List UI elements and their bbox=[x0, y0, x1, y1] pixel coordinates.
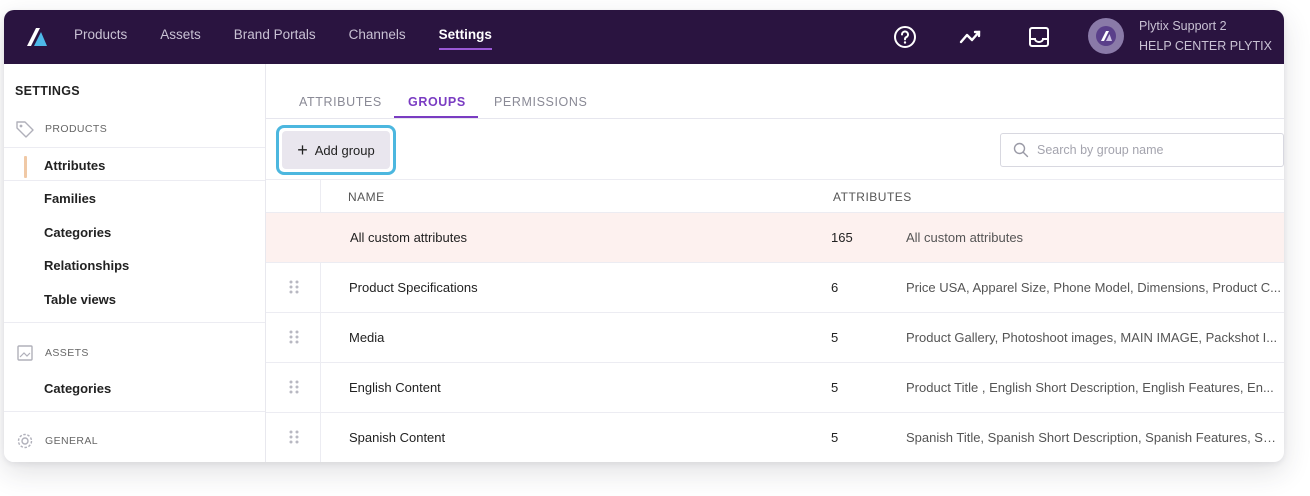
add-group-label: Add group bbox=[314, 142, 375, 158]
plus-icon: + bbox=[297, 140, 308, 160]
table-row[interactable]: All custom attributes 165 All custom att… bbox=[266, 213, 1284, 263]
column-header-name[interactable]: NAME bbox=[348, 190, 385, 204]
tab-attributes[interactable]: ATTRIBUTES bbox=[299, 95, 382, 109]
top-navigation-bar: Products Assets Brand Portals Channels S… bbox=[4, 10, 1284, 64]
attribute-list: Product Title , English Short Descriptio… bbox=[906, 380, 1274, 395]
sidebar-section-products: PRODUCTS bbox=[15, 120, 107, 138]
avatar[interactable] bbox=[1088, 18, 1124, 54]
sidebar-item-relationships[interactable]: Relationships bbox=[44, 258, 129, 273]
attribute-count: 5 bbox=[831, 330, 839, 345]
sidebar-section-label: GENERAL bbox=[45, 435, 98, 447]
tab-permissions[interactable]: PERMISSIONS bbox=[494, 95, 587, 109]
attribute-count: 6 bbox=[831, 280, 839, 295]
main-content: ATTRIBUTES GROUPS PERMISSIONS + Add grou… bbox=[266, 64, 1284, 462]
attribute-count: 5 bbox=[831, 380, 839, 395]
attribute-list: All custom attributes bbox=[906, 230, 1024, 245]
sidebar-item-categories[interactable]: Categories bbox=[44, 225, 111, 240]
user-info[interactable]: Plytix Support 2 HELP CENTER PLYTIX bbox=[1139, 16, 1272, 56]
attribute-list: Product Gallery, Photoshoot images, MAIN… bbox=[906, 330, 1278, 345]
attribute-list: Price USA, Apparel Size, Phone Model, Di… bbox=[906, 280, 1281, 295]
table-row[interactable]: Spanish Content 5 Spanish Title, Spanish… bbox=[266, 413, 1284, 462]
sidebar-section-label: PRODUCTS bbox=[45, 123, 108, 135]
divider bbox=[4, 411, 265, 412]
gear-icon bbox=[17, 433, 33, 449]
nav-brand-portals[interactable]: Brand Portals bbox=[234, 10, 316, 64]
search-icon bbox=[1013, 142, 1029, 158]
drag-handle-icon[interactable] bbox=[288, 279, 300, 295]
add-group-button[interactable]: + Add group bbox=[282, 131, 390, 169]
table-row[interactable]: Product Specifications 6 Price USA, Appa… bbox=[266, 263, 1284, 313]
tag-icon bbox=[16, 121, 34, 138]
tab-bar: ATTRIBUTES GROUPS PERMISSIONS bbox=[266, 64, 1284, 119]
group-name: English Content bbox=[349, 380, 441, 395]
sidebar-section-general: GENERAL bbox=[15, 432, 98, 450]
main-nav: Products Assets Brand Portals Channels S… bbox=[74, 10, 525, 64]
sidebar-title: SETTINGS bbox=[15, 84, 80, 98]
inbox-icon[interactable] bbox=[1026, 24, 1052, 50]
divider bbox=[4, 180, 265, 181]
sidebar-section-label: ASSETS bbox=[45, 347, 89, 359]
user-name: Plytix Support 2 bbox=[1139, 19, 1227, 33]
table-header: NAME ATTRIBUTES bbox=[266, 179, 1284, 213]
group-name: All custom attributes bbox=[350, 230, 468, 245]
column-header-attributes[interactable]: ATTRIBUTES bbox=[833, 190, 912, 204]
user-org: HELP CENTER PLYTIX bbox=[1139, 39, 1272, 53]
sidebar-section-assets: ASSETS bbox=[15, 344, 89, 362]
search-input[interactable] bbox=[1037, 143, 1277, 157]
attribute-count: 5 bbox=[831, 430, 839, 445]
group-name: Product Specifications bbox=[349, 280, 478, 295]
active-item-marker bbox=[24, 156, 27, 178]
active-tab-indicator bbox=[394, 116, 478, 118]
drag-handle-icon[interactable] bbox=[288, 429, 300, 445]
divider bbox=[4, 147, 265, 148]
plytix-logo-icon[interactable] bbox=[24, 24, 50, 50]
divider bbox=[4, 322, 265, 323]
sidebar-item-attributes[interactable]: Attributes bbox=[44, 158, 105, 173]
table-row[interactable]: Media 5 Product Gallery, Photoshoot imag… bbox=[266, 313, 1284, 363]
nav-assets[interactable]: Assets bbox=[160, 10, 201, 64]
nav-settings[interactable]: Settings bbox=[438, 10, 493, 64]
group-name: Media bbox=[349, 330, 385, 345]
attribute-count: 165 bbox=[831, 230, 853, 245]
app-window: Products Assets Brand Portals Channels S… bbox=[4, 10, 1284, 462]
group-name: Spanish Content bbox=[349, 430, 446, 445]
drag-handle-icon[interactable] bbox=[288, 379, 300, 395]
sidebar-item-table-views[interactable]: Table views bbox=[44, 292, 116, 307]
activity-icon[interactable] bbox=[958, 24, 984, 50]
tab-groups[interactable]: GROUPS bbox=[408, 95, 466, 109]
sidebar-item-families[interactable]: Families bbox=[44, 191, 96, 206]
settings-sidebar: SETTINGS PRODUCTS Attributes Families Ca… bbox=[4, 64, 266, 462]
image-icon bbox=[17, 345, 33, 361]
attribute-list: Spanish Title, Spanish Short Description… bbox=[906, 430, 1281, 445]
user-avatar-icon bbox=[1096, 26, 1116, 46]
help-icon[interactable] bbox=[892, 24, 918, 50]
drag-handle-icon[interactable] bbox=[288, 329, 300, 345]
nav-products[interactable]: Products bbox=[74, 10, 127, 64]
sidebar-item-asset-categories[interactable]: Categories bbox=[44, 381, 111, 396]
table-row[interactable]: English Content 5 Product Title , Englis… bbox=[266, 363, 1284, 413]
search-box[interactable] bbox=[1000, 133, 1284, 167]
nav-channels[interactable]: Channels bbox=[349, 10, 406, 64]
